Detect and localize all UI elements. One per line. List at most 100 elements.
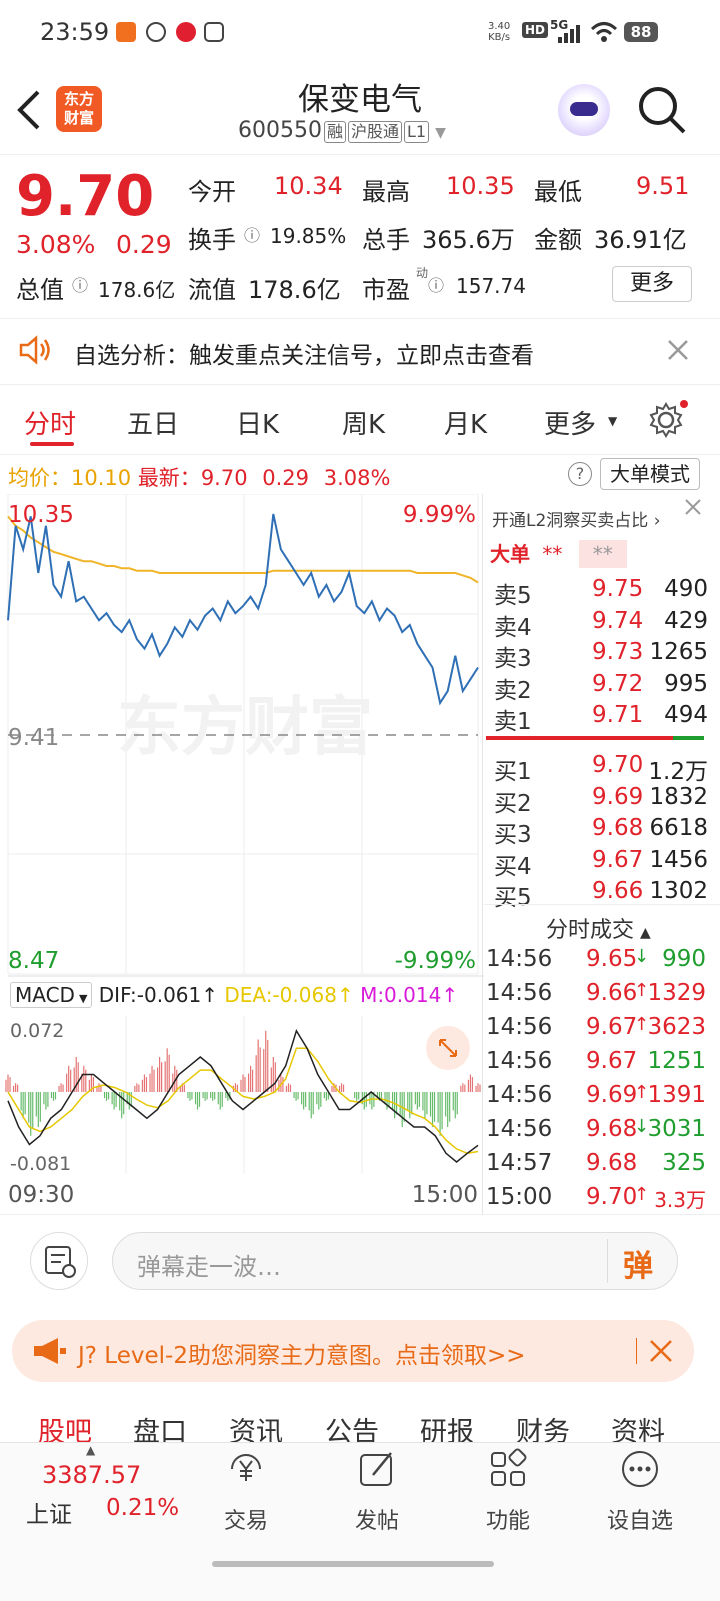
l2-link[interactable]: 开通L2洞察买卖占比 › bbox=[492, 506, 661, 531]
close-icon[interactable] bbox=[648, 1338, 674, 1364]
chevron-right-icon: › bbox=[648, 511, 661, 531]
trade-button[interactable]: 交易 bbox=[196, 1447, 296, 1535]
search-icon[interactable] bbox=[636, 84, 688, 136]
info-icon[interactable]: ⓘ bbox=[244, 222, 260, 246]
post-button[interactable]: 发帖 bbox=[327, 1447, 427, 1535]
battery-indicator: 88 bbox=[624, 22, 658, 42]
more-quote-button[interactable]: 更多 bbox=[612, 266, 692, 302]
expand-chart-button[interactable] bbox=[426, 1026, 470, 1070]
last-label: 最新： bbox=[137, 466, 201, 490]
trade-time: 14:56 bbox=[486, 1116, 553, 1142]
ask-row[interactable]: 卖4 9.74 429 bbox=[494, 607, 716, 641]
index-name: 上证 bbox=[26, 1502, 72, 1528]
close-icon[interactable] bbox=[682, 496, 704, 518]
bid-row[interactable]: 买4 9.67 1456 bbox=[494, 847, 716, 880]
status-bar: 23:59 3.40 KB/s HD 5G 88 bbox=[0, 0, 720, 66]
avg-label: 均价： bbox=[8, 466, 71, 490]
last-value: 9.70 bbox=[200, 466, 248, 490]
robot-face-icon bbox=[570, 102, 598, 116]
trades-title[interactable]: 分时成交 ▲ bbox=[546, 912, 651, 944]
quote-row-1: 今开 10.34 最高 10.35 最低 9.51 bbox=[188, 172, 708, 206]
low-label: 最低 bbox=[534, 178, 582, 206]
bid-row[interactable]: 买1 9.70 1.2万 bbox=[494, 752, 716, 785]
big-order-mode-button[interactable]: 大单模式 bbox=[600, 458, 700, 490]
stock-code: 600550 bbox=[238, 118, 322, 143]
order-level-label: 卖1 bbox=[494, 709, 532, 735]
divider bbox=[636, 1338, 637, 1364]
trade-price: 9.69 bbox=[586, 1082, 638, 1108]
tab-weekly-k[interactable]: 周K bbox=[342, 404, 385, 441]
avg-value: 10.10 bbox=[71, 466, 132, 490]
connect-badge: 沪股通 bbox=[348, 121, 403, 143]
turnover-value: 19.85% bbox=[270, 224, 347, 248]
close-icon[interactable] bbox=[666, 338, 690, 362]
promo-banner[interactable]: J? Level-2助您洞察主力意图。点击领取>> bbox=[12, 1320, 694, 1382]
chevron-down-icon[interactable]: ▼ bbox=[435, 125, 446, 141]
trade-time: 14:57 bbox=[486, 1150, 553, 1176]
amount-value: 36.91亿 bbox=[594, 226, 687, 254]
dea-value: DEA:-0.068↑ bbox=[224, 983, 354, 1007]
big-order-label: 大单 bbox=[490, 542, 530, 566]
order-volume: 1265 bbox=[649, 639, 708, 665]
divider bbox=[0, 1214, 720, 1215]
pe-value: 157.74 bbox=[456, 274, 526, 298]
macd-header: MACD ▼ DIF:-0.061↑ DEA:-0.068↑ M:0.014↑ bbox=[10, 982, 458, 1008]
mktcap-label: 总值 bbox=[16, 276, 64, 304]
bid-row[interactable]: 买2 9.69 1832 bbox=[494, 784, 716, 817]
settings-gear-icon[interactable] bbox=[648, 400, 688, 440]
buy-sell-ratio-bar bbox=[486, 736, 704, 740]
network-speed: 3.40 KB/s bbox=[488, 21, 511, 43]
more-icon bbox=[622, 1451, 658, 1487]
index-value[interactable]: 3387.57 bbox=[42, 1461, 141, 1489]
pe-label: 市盈 bbox=[362, 276, 410, 304]
big-order-row: 大单 ** ** bbox=[490, 538, 627, 568]
order-price: 9.74 bbox=[592, 607, 644, 634]
speaker-icon bbox=[19, 335, 50, 365]
volume-value: 365.6万 bbox=[422, 226, 515, 254]
tab-intraday[interactable]: 分时 bbox=[24, 404, 76, 441]
grid-icon bbox=[491, 1448, 527, 1486]
danmu-input[interactable]: 弹幕走一波… 弹 bbox=[112, 1232, 678, 1290]
functions-button[interactable]: 功能 bbox=[458, 1447, 558, 1535]
order-price: 9.75 bbox=[592, 576, 644, 602]
robot-avatar[interactable] bbox=[558, 84, 610, 136]
danmu-toggle[interactable]: 弹 bbox=[623, 1241, 653, 1285]
caret-up-icon: ▲ bbox=[86, 1443, 96, 1457]
alert-text[interactable]: 自选分析：触发重点关注信号，立即点击查看 bbox=[74, 336, 534, 370]
order-level-label: 卖4 bbox=[494, 614, 532, 641]
order-volume: 490 bbox=[664, 576, 708, 602]
trade-price: 9.66 bbox=[586, 980, 638, 1006]
add-watchlist-button[interactable]: 设自选 bbox=[590, 1447, 690, 1535]
big-order-val1: ** bbox=[542, 542, 563, 566]
orderbook-panel bbox=[482, 494, 483, 1214]
chg-value: 0.29 bbox=[262, 466, 310, 490]
order-price: 9.68 bbox=[592, 815, 644, 841]
tab-five-day[interactable]: 五日 bbox=[127, 404, 179, 441]
order-volume: 1302 bbox=[649, 878, 708, 904]
macd-selector[interactable]: MACD ▼ bbox=[10, 982, 93, 1008]
bid-row[interactable]: 买3 9.68 6618 bbox=[494, 815, 716, 848]
level-badge: L1 bbox=[404, 121, 430, 143]
info-icon[interactable]: ⓘ bbox=[72, 272, 88, 296]
trade-time: 15:00 bbox=[486, 1184, 553, 1210]
order-level-label: 卖3 bbox=[494, 646, 532, 672]
ask-row[interactable]: 卖3 9.73 1265 bbox=[494, 639, 716, 672]
tab-daily-k[interactable]: 日K bbox=[236, 404, 279, 441]
order-price: 9.72 bbox=[592, 670, 644, 697]
trades-title-text: 分时成交 bbox=[546, 918, 635, 943]
post-label: 发帖 bbox=[354, 1509, 399, 1534]
trade-price: 9.70 bbox=[586, 1184, 638, 1210]
tab-monthly-k[interactable]: 月K bbox=[444, 404, 487, 441]
order-level-label: 买3 bbox=[494, 822, 532, 848]
trade-row: 14:56 9.67 ↑ 3623 bbox=[486, 1014, 716, 1046]
ask-row[interactable]: 卖1 9.71 494 bbox=[494, 702, 716, 735]
tab-more[interactable]: 更多 bbox=[544, 404, 596, 441]
info-icon[interactable]: ⓘ bbox=[428, 272, 444, 296]
post-list-button[interactable] bbox=[30, 1232, 88, 1290]
bottom-dock: ▲ 3387.57 上证 0.21% 交易 发帖 功能 设自选 bbox=[0, 1442, 720, 1601]
ask-row[interactable]: 卖2 9.72 995 bbox=[494, 670, 716, 704]
arrow-down-icon: ↓ bbox=[634, 946, 650, 967]
intraday-chart[interactable]: 东方财富 10.35 9.99% 9.41 8.47 -9.99% 0.072 … bbox=[0, 494, 484, 1214]
ask-row[interactable]: 卖5 9.75 490 bbox=[494, 576, 716, 609]
help-icon[interactable]: ? bbox=[568, 462, 592, 486]
